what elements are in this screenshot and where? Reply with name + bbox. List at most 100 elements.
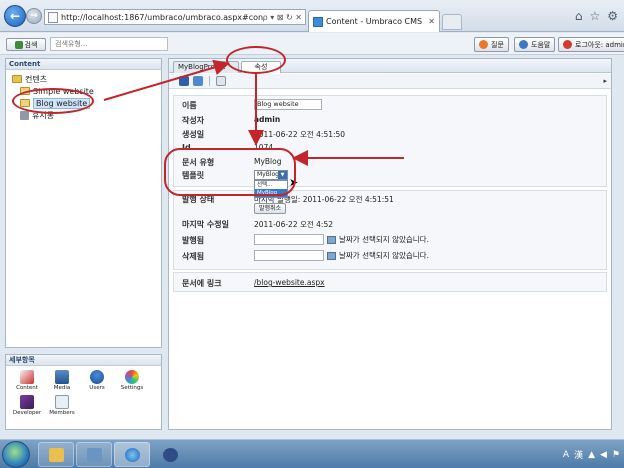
author-value: admin (254, 115, 281, 124)
publish-date-input[interactable] (254, 234, 324, 245)
feedback-label: 질문 (491, 40, 504, 49)
tree-item-label: Blog website (33, 97, 91, 109)
modified-label: 마지막 수정일 (182, 220, 229, 229)
search-button[interactable]: 검색 (6, 38, 46, 51)
forward-button[interactable]: → (26, 8, 42, 24)
feedback-button[interactable]: 질문 (474, 37, 509, 52)
template-label: 템플릿 (182, 171, 205, 180)
tree-item-blog-website[interactable]: Blog website (12, 97, 161, 109)
taskbar-explorer[interactable] (38, 442, 74, 467)
tree-item-recycle-bin[interactable]: 휴지통 (12, 109, 161, 121)
section-users[interactable]: Users (84, 370, 110, 391)
mouse-cursor-icon: ➤ (289, 176, 299, 189)
content-icon (20, 370, 34, 384)
template-selected-value: MyBlog (257, 171, 279, 178)
section-label: Media (53, 385, 71, 391)
document-link[interactable]: /blog-website.aspx (254, 278, 325, 287)
network-icon[interactable]: ▲ (588, 450, 595, 460)
media-icon (55, 370, 69, 384)
flag-icon[interactable]: ⚑ (612, 450, 620, 460)
save-icon[interactable] (179, 76, 189, 86)
section-developer[interactable]: Developer (13, 395, 41, 416)
start-button[interactable] (2, 441, 30, 468)
calendar-icon[interactable] (327, 251, 336, 260)
dropdown-option[interactable]: MyBlog (255, 189, 287, 197)
language-icon[interactable]: A (563, 450, 569, 460)
content-tree-panel: Content 컨텐츠 Simple website Blog website … (5, 58, 162, 348)
remove-at-note: 날짜가 선택되지 않았습니다. (339, 251, 429, 260)
section-media[interactable]: Media (49, 370, 75, 391)
status-label: 발행 상태 (182, 195, 215, 204)
favorites-star-icon[interactable]: ☆ (589, 9, 600, 23)
chevron-down-icon[interactable]: ▼ (278, 171, 287, 179)
address-bar[interactable]: http://localhost:1867/umbraco/umbraco.as… (44, 9, 306, 25)
section-members[interactable]: Members (49, 395, 75, 416)
tree-item-simple-website[interactable]: Simple website (12, 85, 161, 97)
section-label: Users (89, 385, 105, 391)
developer-icon (20, 395, 34, 409)
template-select[interactable]: MyBlog ▼ (254, 170, 288, 180)
section-settings[interactable]: Settings (119, 370, 145, 391)
search-type-icon (14, 40, 23, 49)
tab-properties[interactable]: 속성 (241, 61, 281, 73)
help-button[interactable]: 도움말 (514, 37, 556, 52)
taskbar-internet-explorer[interactable] (114, 442, 150, 467)
sections-panel: 세부항목 Content Media Users Settings Develo… (5, 354, 162, 430)
windows-taskbar: A 漢 ▲ ◀ ⚑ (0, 439, 624, 468)
browser-tab[interactable]: Content - Umbraco CMS -... ✕ (308, 10, 440, 32)
publish-group: 발행 상태 마지막 발행일: 2011-06-22 오전 4:51:51 발행취… (173, 190, 607, 270)
save-and-publish-icon[interactable] (193, 76, 203, 86)
remove-date-input[interactable] (254, 250, 324, 261)
name-input[interactable]: Blog website (254, 99, 322, 110)
browser-chrome: ← → http://localhost:1867/umbraco/umbrac… (0, 0, 624, 32)
taskbar-app[interactable] (152, 442, 188, 467)
ime-icon[interactable]: 漢 (574, 448, 583, 461)
tree-item-label: Simple website (33, 86, 94, 96)
help-label: 도움말 (531, 40, 551, 49)
tree-root[interactable]: 컨텐츠 (12, 73, 161, 85)
sections-title: 세부항목 (6, 355, 161, 366)
volume-icon[interactable]: ◀ (600, 450, 607, 460)
section-label: Members (49, 410, 75, 416)
tools-gear-icon[interactable]: ⚙ (607, 9, 618, 23)
new-tab-button[interactable] (442, 14, 462, 30)
address-tools[interactable]: ρ ▾ ⊠ ↻ ✕ (263, 13, 305, 22)
doctype-value: MyBlog (254, 157, 282, 166)
editor-tabs: MyBlogProp... 속성 (169, 59, 611, 73)
dropdown-option[interactable]: 선택... (255, 181, 287, 189)
back-button[interactable]: ← (4, 5, 26, 27)
recycle-bin-icon (20, 110, 29, 120)
url-text[interactable]: http://localhost:1867/umbraco/umbraco.as… (61, 13, 263, 22)
home-icon[interactable]: ⌂ (575, 9, 583, 23)
toolbar-more-icon[interactable]: ▸ (603, 77, 607, 85)
publish-at-note: 날짜가 선택되지 않았습니다. (339, 235, 429, 244)
modified-value: 2011-06-22 오전 4:52 (254, 220, 333, 229)
tree-root-label: 컨텐츠 (25, 74, 48, 84)
unpublish-button[interactable]: 발행취소 (254, 203, 287, 214)
tab-close-icon[interactable]: ✕ (428, 17, 435, 26)
folder-icon (20, 99, 30, 107)
search-input[interactable]: 검색유형... (50, 37, 168, 51)
id-label: Id (182, 143, 191, 152)
logout-button[interactable]: 로그아웃: admin (558, 37, 624, 52)
remove-at-label: 삭제됨 (182, 252, 205, 261)
tab-title: Content - Umbraco CMS -... (326, 17, 426, 26)
tree-item-label: 휴지통 (32, 110, 55, 120)
taskbar-server-manager[interactable] (76, 442, 112, 467)
publish-at-label: 발행됨 (182, 236, 205, 245)
link-label: 문서에 링크 (182, 279, 222, 288)
tab-myblogprops[interactable]: MyBlogProp... (173, 61, 239, 73)
content-tree: 컨텐츠 Simple website Blog website 휴지통 (6, 70, 161, 121)
help-icon (519, 40, 528, 49)
calendar-icon[interactable] (327, 235, 336, 244)
members-icon (55, 395, 69, 409)
server-icon (87, 448, 102, 462)
system-tray: A 漢 ▲ ◀ ⚑ (563, 448, 620, 462)
section-content[interactable]: Content (14, 370, 40, 391)
template-dropdown[interactable]: 선택... MyBlog (254, 180, 288, 198)
folder-icon (49, 448, 64, 462)
folder-icon (20, 87, 30, 95)
umbraco-favicon-icon (313, 16, 323, 27)
preview-icon[interactable] (216, 76, 226, 86)
settings-icon (125, 370, 139, 384)
